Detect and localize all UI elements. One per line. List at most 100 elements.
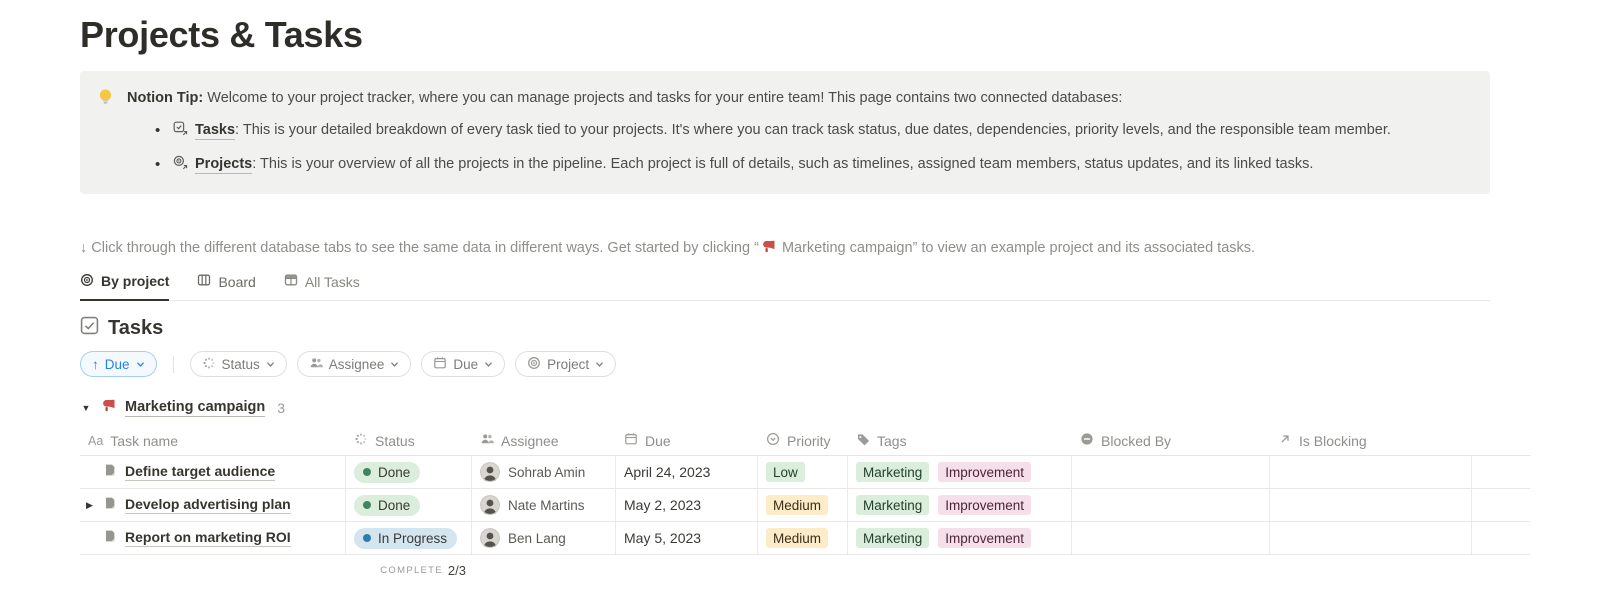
priority-pill: Medium [766,528,828,548]
list-item: Tasks: This is your detailed breakdown o… [173,120,1391,143]
blocked-by-cell[interactable] [1072,489,1270,521]
column-label: Assignee [501,433,559,449]
filter-toolbar: ↑ Due Status Assignee Due Project [80,351,1600,377]
task-link[interactable]: Define target audience [125,463,275,481]
status-cell[interactable]: Done [346,456,472,488]
text-icon: Aa [88,434,103,448]
tags-cell[interactable]: MarketingImprovement [848,522,1072,554]
column-header-blocked-by[interactable]: Blocked By [1072,426,1270,455]
column-header-tags[interactable]: Tags [848,426,1072,455]
table-footer-row: COMPLETE 2/3 [80,555,1530,581]
tab-label: All Tasks [305,274,360,290]
status-cell[interactable]: In Progress [346,522,472,554]
blocked-by-cell[interactable] [1072,456,1270,488]
assignee-name: Sohrab Amin [508,465,585,480]
chevron-down-icon [595,357,604,372]
status-spinner-icon [202,356,216,373]
filter-assignee-button[interactable]: Assignee [297,351,412,377]
task-name-cell[interactable]: ▶ Develop advertising plan [80,489,346,521]
table-gutter [1472,522,1530,554]
column-header-priority[interactable]: Priority [758,426,848,455]
status-dot-icon [363,468,371,476]
avatar [480,462,500,482]
tab-by-project[interactable]: By project [80,271,169,301]
projects-database-link[interactable]: Projects [195,156,252,174]
due-date: May 2, 2023 [624,497,701,513]
instruction-before: ↓ Click through the different database t… [80,240,759,256]
priority-cell[interactable]: Low [758,456,848,488]
target-icon [80,273,94,290]
megaphone-icon [761,239,776,261]
status-dot-icon [363,501,371,509]
tasks-table: AaTask name Status Assignee Due Priority… [80,426,1530,581]
blocked-by-cell[interactable] [1072,522,1270,554]
task-link[interactable]: Develop advertising plan [125,496,291,514]
task-name-cell[interactable]: Define target audience [80,456,346,488]
tag-pill: Improvement [938,495,1031,515]
filter-label: Status [222,357,260,372]
chevron-down-icon [390,357,399,372]
status-cell[interactable]: Done [346,489,472,521]
column-header-assignee[interactable]: Assignee [472,426,616,455]
filter-label: Due [453,357,478,372]
group-count: 3 [277,400,285,416]
tags-cell[interactable]: MarketingImprovement [848,456,1072,488]
tags-cell[interactable]: MarketingImprovement [848,489,1072,521]
is-blocking-cell[interactable] [1270,456,1472,488]
callout-intro-bold: Notion Tip: [127,90,203,106]
assignee-cell[interactable]: Nate Martins [472,489,616,521]
row-expand-toggle[interactable]: ▶ [86,500,103,511]
blocked-icon [1080,432,1094,449]
status-dot-icon [363,534,371,542]
projects-database-icon [173,155,188,177]
is-blocking-cell[interactable] [1270,522,1472,554]
priority-cell[interactable]: Medium [758,522,848,554]
filter-project-button[interactable]: Project [515,351,616,377]
priority-pill: Medium [766,495,828,515]
filter-status-button[interactable]: Status [190,351,287,377]
page-icon [103,463,117,482]
column-header-is-blocking[interactable]: Is Blocking [1270,426,1472,455]
triangle-down-icon[interactable]: ▼ [80,403,92,413]
tab-all-tasks[interactable]: All Tasks [284,271,360,300]
status-label: In Progress [378,531,447,546]
is-blocking-cell[interactable] [1270,489,1472,521]
tab-label: By project [101,273,169,289]
column-header-due[interactable]: Due [616,426,758,455]
column-header-task-name[interactable]: AaTask name [80,426,346,455]
task-link[interactable]: Report on marketing ROI [125,529,291,547]
assignee-name: Nate Martins [508,498,585,513]
due-date: May 5, 2023 [624,530,701,546]
tasks-database-link[interactable]: Tasks [195,122,235,140]
tag-icon [856,432,870,449]
due-cell[interactable]: May 2, 2023 [616,489,758,521]
page-icon [103,529,117,548]
callout-intro: Notion Tip: Welcome to your project trac… [127,88,1391,109]
assignee-cell[interactable]: Ben Lang [472,522,616,554]
task-name-cell[interactable]: Report on marketing ROI [80,522,346,554]
sort-due-button[interactable]: ↑ Due [80,351,157,377]
arrow-up-right-icon [1278,432,1292,449]
filter-due-button[interactable]: Due [421,351,505,377]
target-icon [527,356,541,373]
due-cell[interactable]: May 5, 2023 [616,522,758,554]
list-item: Projects: This is your overview of all t… [173,154,1391,177]
complete-calculation[interactable]: COMPLETE 2/3 [346,555,472,581]
tag-pill: Marketing [856,528,929,548]
priority-cell[interactable]: Medium [758,489,848,521]
group-name-link[interactable]: Marketing campaign [125,399,265,417]
section-title: Tasks [108,317,163,340]
tasks-section-header: Tasks [80,314,1600,342]
sort-arrow-up-icon: ↑ [92,357,99,372]
due-cell[interactable]: April 24, 2023 [616,456,758,488]
assignee-cell[interactable]: Sohrab Amin [472,456,616,488]
people-icon [480,432,494,449]
table-gutter [1472,456,1530,488]
column-header-status[interactable]: Status [346,426,472,455]
column-label: Blocked By [1101,433,1171,449]
instruction-after: Marketing campaign” to view an example p… [778,240,1255,256]
tab-board[interactable]: Board [197,271,255,300]
notion-tip-callout: Notion Tip: Welcome to your project trac… [80,71,1490,194]
instruction-text: ↓ Click through the different database t… [80,238,1600,261]
callout-intro-text: Welcome to your project tracker, where y… [203,90,1122,106]
